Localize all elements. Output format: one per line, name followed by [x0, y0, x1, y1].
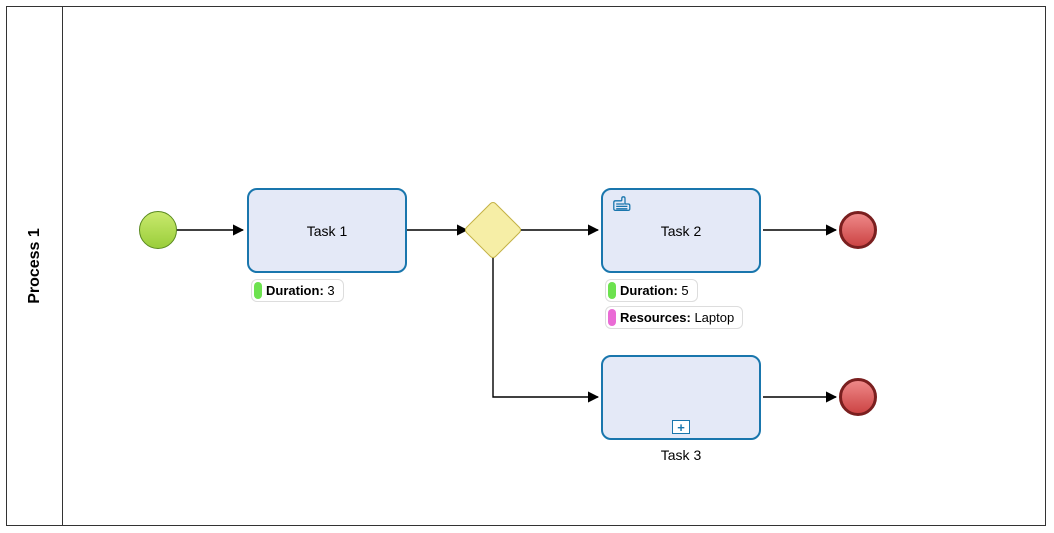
subprocess-marker-icon: + — [672, 420, 690, 434]
task-label: Task 2 — [661, 223, 701, 239]
task-1[interactable]: Task 1 — [247, 188, 407, 273]
badge-duration-task2: Duration: 5 — [605, 279, 698, 302]
badge-label: Duration: — [266, 283, 324, 298]
task-3[interactable]: + — [601, 355, 761, 440]
manual-task-icon — [611, 196, 631, 212]
task-2[interactable]: Task 2 — [601, 188, 761, 273]
sequence-flows — [63, 7, 1045, 525]
badge-resources-task2: Resources: Laptop — [605, 306, 743, 329]
bpmn-pool: Process 1 Task 1 — [6, 6, 1046, 526]
task-label: Task 1 — [307, 223, 347, 239]
badge-value: Laptop — [694, 310, 734, 325]
badge-duration-task1: Duration: 3 — [251, 279, 344, 302]
badge-label: Duration: — [620, 283, 678, 298]
pool-title: Process 1 — [26, 228, 44, 304]
badge-label: Resources: — [620, 310, 691, 325]
badge-value: 3 — [327, 283, 334, 298]
end-event-2[interactable] — [839, 378, 877, 416]
task-3-label: Task 3 — [601, 447, 761, 463]
pool-title-bar: Process 1 — [7, 7, 63, 525]
end-event-1[interactable] — [839, 211, 877, 249]
gateway-exclusive[interactable] — [463, 200, 522, 259]
start-event[interactable] — [139, 211, 177, 249]
bpmn-lane: Task 1 Duration: 3 Task 2 Duration: 5 R — [63, 7, 1045, 525]
badge-value: 5 — [681, 283, 688, 298]
